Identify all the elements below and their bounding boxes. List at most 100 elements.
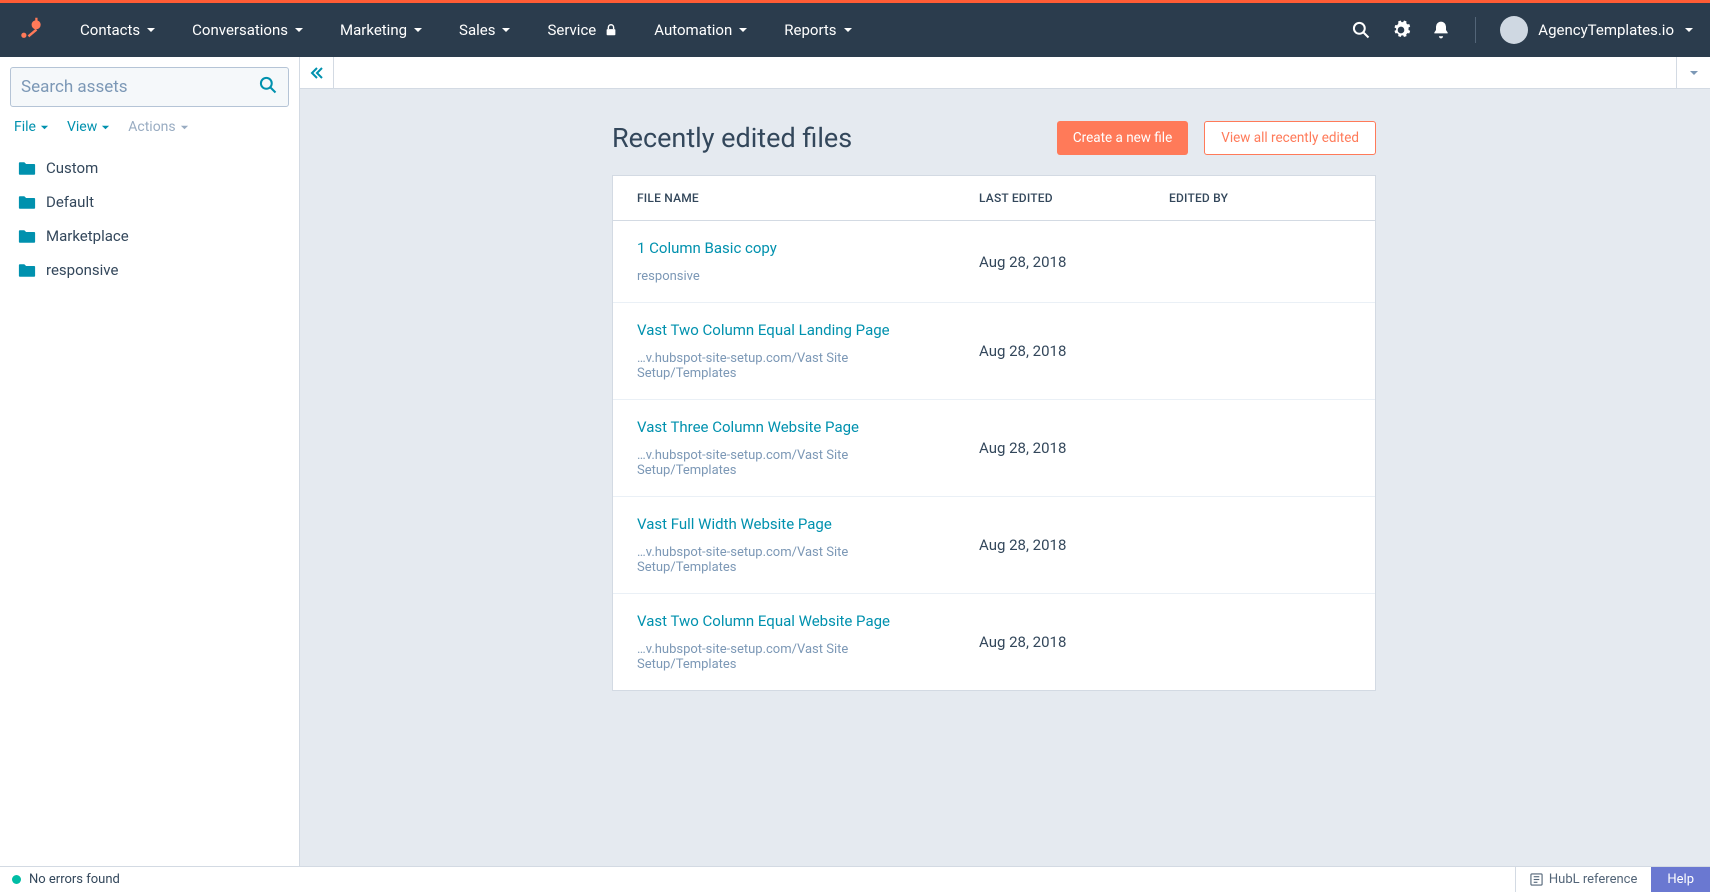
table-row[interactable]: Vast Two Column Equal Website Page …v.hu…	[613, 594, 1375, 690]
chevron-down-icon	[738, 25, 748, 35]
folder-custom[interactable]: Custom	[4, 151, 295, 185]
files-table: FILE NAME LAST EDITED EDITED BY 1 Column…	[612, 175, 1376, 691]
folder-default[interactable]: Default	[4, 185, 295, 219]
folder-label: Default	[46, 193, 94, 211]
nav-label: Conversations	[192, 21, 288, 39]
avatar	[1500, 16, 1528, 44]
chevron-down-icon	[146, 25, 156, 35]
table-row[interactable]: Vast Three Column Website Page …v.hubspo…	[613, 400, 1375, 497]
file-name-link[interactable]: Vast Full Width Website Page	[637, 515, 931, 533]
folder-icon	[18, 195, 36, 210]
sidebar: File View Actions Custom Default	[0, 57, 300, 866]
panel-header: Recently edited files Create a new file …	[612, 121, 1376, 155]
chevron-down-icon	[843, 25, 853, 35]
file-path: …v.hubspot-site-setup.com/Vast Site Setu…	[637, 351, 931, 381]
hubspot-logo[interactable]	[16, 16, 44, 44]
nav-label: Automation	[654, 21, 732, 39]
edited-by	[1145, 430, 1375, 466]
hubl-reference-button[interactable]: HubL reference	[1515, 867, 1651, 892]
label: File	[14, 119, 36, 135]
folder-icon	[18, 161, 36, 176]
file-path: …v.hubspot-site-setup.com/Vast Site Setu…	[637, 545, 931, 575]
folder-label: Custom	[46, 159, 98, 177]
last-edited: Aug 28, 2018	[955, 421, 1145, 475]
bell-icon[interactable]	[1431, 20, 1451, 40]
file-path: …v.hubspot-site-setup.com/Vast Site Setu…	[637, 642, 931, 672]
nav-label: Contacts	[80, 21, 140, 39]
label: View	[67, 119, 97, 135]
help-label: Help	[1667, 872, 1694, 887]
search-box[interactable]	[10, 67, 289, 107]
account-label: AgencyTemplates.io	[1538, 21, 1674, 39]
file-name-link[interactable]: 1 Column Basic copy	[637, 239, 931, 257]
folder-label: Marketplace	[46, 227, 129, 245]
nav-label: Service	[547, 21, 596, 39]
status-text: No errors found	[29, 872, 120, 887]
folder-responsive[interactable]: responsive	[4, 253, 295, 287]
folder-icon	[18, 229, 36, 244]
hubl-label: HubL reference	[1549, 872, 1637, 887]
edited-by	[1145, 244, 1375, 280]
file-path: …v.hubspot-site-setup.com/Vast Site Setu…	[637, 448, 931, 478]
file-name-link[interactable]: Vast Three Column Website Page	[637, 418, 931, 436]
table-row[interactable]: 1 Column Basic copy responsive Aug 28, 2…	[613, 221, 1375, 303]
search-wrap	[0, 57, 299, 113]
nav-service[interactable]: Service	[529, 3, 636, 57]
nav-reports[interactable]: Reports	[766, 3, 870, 57]
gear-icon[interactable]	[1391, 20, 1411, 40]
edited-by	[1145, 624, 1375, 660]
table-row[interactable]: Vast Full Width Website Page …v.hubspot-…	[613, 497, 1375, 594]
table-row[interactable]: Vast Two Column Equal Landing Page …v.hu…	[613, 303, 1375, 400]
divider	[1475, 17, 1476, 43]
nav-right: AgencyTemplates.io	[1351, 16, 1694, 44]
status-dot	[12, 875, 21, 884]
page-title: Recently edited files	[612, 122, 852, 154]
last-edited: Aug 28, 2018	[955, 235, 1145, 289]
view-all-button[interactable]: View all recently edited	[1204, 121, 1376, 155]
file-name-link[interactable]: Vast Two Column Equal Website Page	[637, 612, 931, 630]
file-menu[interactable]: File	[14, 119, 49, 135]
folder-marketplace[interactable]: Marketplace	[4, 219, 295, 253]
nav-conversations[interactable]: Conversations	[174, 3, 322, 57]
help-button[interactable]: Help	[1651, 867, 1710, 892]
file-path: responsive	[637, 269, 931, 284]
view-menu[interactable]: View	[67, 119, 110, 135]
main: Recently edited files Create a new file …	[300, 57, 1710, 866]
nav-label: Sales	[459, 21, 495, 39]
content: Recently edited files Create a new file …	[300, 89, 1710, 691]
create-file-button[interactable]: Create a new file	[1057, 121, 1188, 155]
status-left: No errors found	[0, 872, 120, 887]
top-nav: Contacts Conversations Marketing Sales S…	[0, 3, 1710, 57]
nav-automation[interactable]: Automation	[636, 3, 766, 57]
last-edited: Aug 28, 2018	[955, 615, 1145, 669]
app-body: File View Actions Custom Default	[0, 57, 1710, 866]
last-edited: Aug 28, 2018	[955, 324, 1145, 378]
folder-label: responsive	[46, 261, 118, 279]
status-right: HubL reference Help	[1515, 867, 1710, 892]
nav-contacts[interactable]: Contacts	[62, 3, 174, 57]
edited-by	[1145, 527, 1375, 563]
nav-marketing[interactable]: Marketing	[322, 3, 441, 57]
edited-by	[1145, 333, 1375, 369]
panel-buttons: Create a new file View all recently edit…	[1057, 121, 1376, 155]
nav-items: Contacts Conversations Marketing Sales S…	[62, 3, 1351, 57]
chevron-down-icon	[294, 25, 304, 35]
chevron-down-icon	[1684, 25, 1694, 35]
nav-label: Reports	[784, 21, 836, 39]
collapse-sidebar-button[interactable]	[300, 57, 334, 88]
toolbar-menu-button[interactable]	[1676, 57, 1710, 88]
account-menu[interactable]: AgencyTemplates.io	[1500, 16, 1694, 44]
search-icon[interactable]	[1351, 20, 1371, 40]
col-file-name: FILE NAME	[613, 176, 955, 220]
nav-sales[interactable]: Sales	[441, 3, 529, 57]
chevron-down-icon	[180, 123, 189, 132]
nav-label: Marketing	[340, 21, 407, 39]
chevron-down-icon	[413, 25, 423, 35]
search-input[interactable]	[21, 77, 258, 97]
table-header: FILE NAME LAST EDITED EDITED BY	[613, 176, 1375, 221]
file-name-link[interactable]: Vast Two Column Equal Landing Page	[637, 321, 931, 339]
panel: Recently edited files Create a new file …	[612, 121, 1376, 691]
search-icon[interactable]	[258, 75, 278, 99]
chevron-down-icon	[501, 25, 511, 35]
col-edited-by: EDITED BY	[1145, 176, 1375, 220]
